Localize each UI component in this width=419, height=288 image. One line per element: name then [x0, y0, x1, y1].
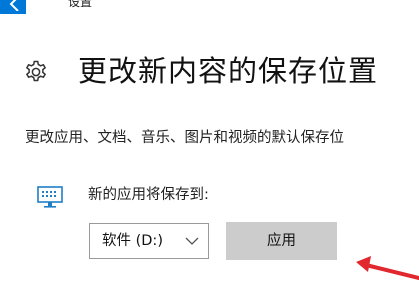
page-description: 更改应用、文档、音乐、图片和视频的默认保存位	[25, 130, 344, 146]
title-bar: 设置	[0, 0, 419, 14]
window-title: 设置	[68, 0, 93, 9]
chevron-down-icon	[185, 237, 199, 245]
page-title: 更改新内容的保存位置	[78, 54, 379, 88]
gear-icon	[25, 60, 47, 82]
apps-drive-value: 软件 (D:)	[102, 233, 163, 249]
back-arrow-icon	[9, 0, 19, 11]
apps-save-location-label: 新的应用将保存到:	[88, 187, 209, 203]
monitor-icon	[37, 186, 63, 208]
apply-button[interactable]: 应用	[226, 222, 337, 260]
back-button[interactable]	[0, 0, 26, 14]
apps-drive-dropdown[interactable]: 软件 (D:)	[89, 223, 209, 259]
